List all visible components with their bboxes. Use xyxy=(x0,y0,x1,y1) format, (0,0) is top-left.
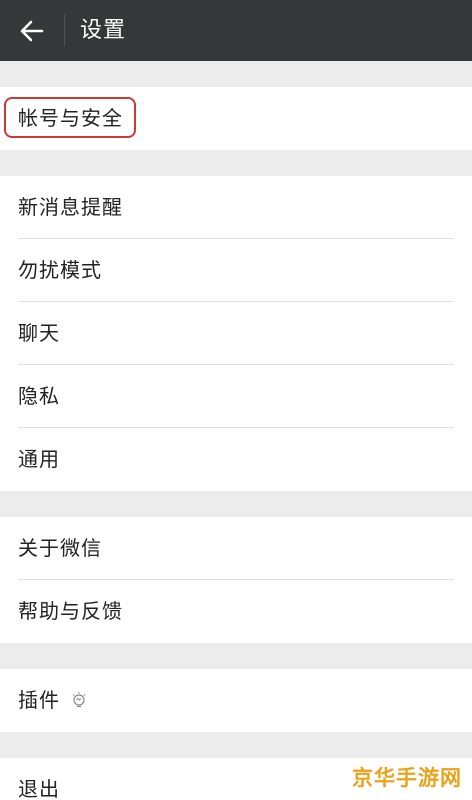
page-title: 设置 xyxy=(80,18,127,43)
plugin-bulb-icon xyxy=(72,692,86,708)
settings-item-help-feedback[interactable]: 帮助与反馈 xyxy=(0,580,472,643)
settings-item-label: 新消息提醒 xyxy=(18,195,123,219)
arrow-left-icon xyxy=(20,20,44,41)
back-button[interactable] xyxy=(0,0,64,61)
settings-item-do-not-disturb[interactable]: 勿扰模式 xyxy=(0,239,472,302)
settings-group-about: 关于微信 帮助与反馈 xyxy=(0,517,472,643)
settings-item-label: 聊天 xyxy=(18,321,60,345)
settings-page: 设置 帐号与安全 新消息提醒 勿扰模式 聊天 隐私 通用 关于微信 帮助与反馈 … xyxy=(0,0,472,800)
settings-item-label: 帐号与安全 xyxy=(18,106,123,130)
settings-item-chats[interactable]: 聊天 xyxy=(0,302,472,365)
settings-group-account: 帐号与安全 xyxy=(0,87,472,150)
header-divider xyxy=(64,14,65,46)
settings-item-label: 勿扰模式 xyxy=(18,258,102,282)
title-bar: 设置 xyxy=(0,0,472,61)
settings-item-privacy[interactable]: 隐私 xyxy=(0,365,472,428)
watermark-text: 京华手游网 xyxy=(352,766,462,790)
settings-item-label: 关于微信 xyxy=(18,536,102,560)
settings-group-general: 新消息提醒 勿扰模式 聊天 隐私 通用 xyxy=(0,176,472,491)
settings-group-plugins: 插件 xyxy=(0,669,472,732)
settings-item-general[interactable]: 通用 xyxy=(0,428,472,491)
settings-item-new-message-alerts[interactable]: 新消息提醒 xyxy=(0,176,472,239)
settings-item-label: 通用 xyxy=(18,447,60,471)
settings-item-label: 退出 xyxy=(18,777,60,800)
settings-item-plugins[interactable]: 插件 xyxy=(0,669,472,732)
settings-item-about-wechat[interactable]: 关于微信 xyxy=(0,517,472,580)
settings-item-account-security[interactable]: 帐号与安全 xyxy=(0,87,472,150)
settings-item-label: 插件 xyxy=(18,688,60,712)
settings-item-label: 隐私 xyxy=(18,384,60,408)
settings-item-label: 帮助与反馈 xyxy=(18,599,123,623)
